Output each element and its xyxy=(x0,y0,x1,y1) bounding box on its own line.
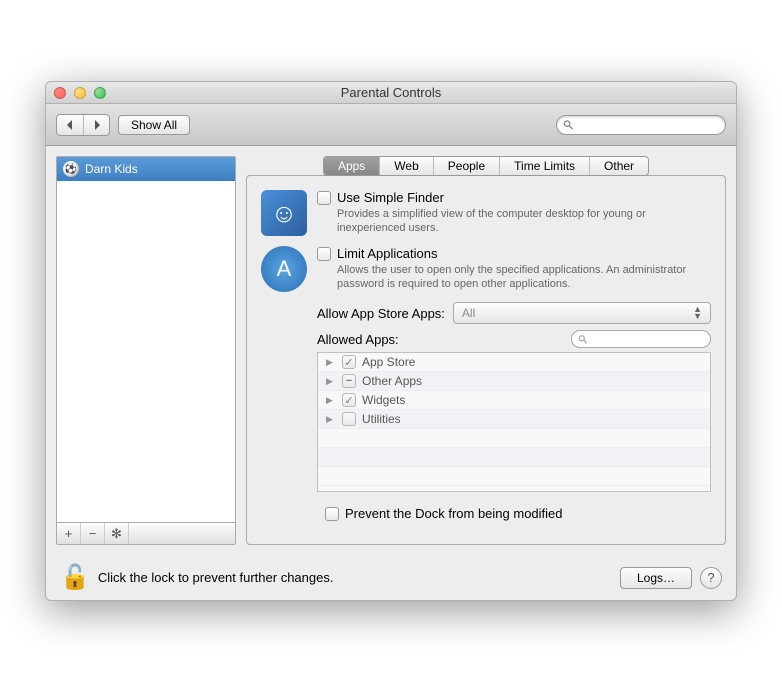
prevent-dock-checkbox[interactable] xyxy=(325,507,339,521)
window-title: Parental Controls xyxy=(46,85,736,100)
user-list[interactable]: ⚽ Darn Kids xyxy=(57,157,235,522)
disclosure-triangle-icon[interactable]: ▶ xyxy=(326,357,336,368)
disclosure-triangle-icon[interactable]: ▶ xyxy=(326,376,336,387)
tree-label: App Store xyxy=(362,355,415,369)
simple-finder-checkbox[interactable] xyxy=(317,191,331,205)
limit-apps-checkbox[interactable] xyxy=(317,247,331,261)
search-input[interactable] xyxy=(556,115,726,135)
search-field[interactable] xyxy=(578,119,719,131)
allow-store-label: Allow App Store Apps: xyxy=(317,306,445,321)
tab-bar: Apps Web People Time Limits Other xyxy=(246,156,726,176)
finder-icon: ☺ xyxy=(261,190,307,236)
tree-checkbox[interactable] xyxy=(342,393,356,407)
simple-finder-label: Use Simple Finder xyxy=(337,190,444,205)
tree-row[interactable]: ▶ Widgets xyxy=(318,391,710,410)
content-area: ⚽ Darn Kids + − ✻ Apps Web People Time L… xyxy=(46,146,736,555)
toolbar: Show All xyxy=(46,104,736,146)
tree-checkbox[interactable] xyxy=(342,412,356,426)
lock-text: Click the lock to prevent further change… xyxy=(98,570,334,585)
tree-row-empty xyxy=(318,467,710,486)
app-store-icon: A xyxy=(261,246,307,292)
tree-checkbox[interactable] xyxy=(342,355,356,369)
soccer-ball-icon: ⚽ xyxy=(63,161,79,177)
simple-finder-desc: Provides a simplified view of the comput… xyxy=(337,207,711,236)
preferences-window: Parental Controls Show All ⚽ Darn Kids xyxy=(45,81,737,601)
back-button[interactable] xyxy=(57,115,83,135)
help-button[interactable]: ? xyxy=(700,567,722,589)
tree-label: Widgets xyxy=(362,393,405,407)
tree-checkbox[interactable] xyxy=(342,374,356,388)
tree-row[interactable]: ▶ App Store xyxy=(318,353,710,372)
tab-people[interactable]: People xyxy=(434,157,500,175)
apps-pane: ☺ Use Simple Finder Provides a simplifie… xyxy=(246,175,726,545)
lock-icon[interactable]: 🔓 xyxy=(60,563,90,592)
add-user-button[interactable]: + xyxy=(57,523,81,544)
disclosure-triangle-icon[interactable]: ▶ xyxy=(326,395,336,406)
tab-other[interactable]: Other xyxy=(590,157,648,175)
main-panel: Apps Web People Time Limits Other ☺ Use … xyxy=(246,156,726,545)
limit-apps-label: Limit Applications xyxy=(337,246,437,261)
sidebar-footer: + − ✻ xyxy=(57,522,235,544)
tree-row[interactable]: ▶ Utilities xyxy=(318,410,710,429)
limit-apps-desc: Allows the user to open only the specifi… xyxy=(337,263,711,292)
user-actions-button[interactable]: ✻ xyxy=(105,523,129,544)
allow-store-value: All xyxy=(462,306,475,320)
user-row[interactable]: ⚽ Darn Kids xyxy=(57,157,235,181)
tree-label: Utilities xyxy=(362,412,401,426)
footer: 🔓 Click the lock to prevent further chan… xyxy=(46,555,736,600)
allowed-apps-label: Allowed Apps: xyxy=(317,332,399,347)
logs-button[interactable]: Logs… xyxy=(620,567,692,589)
prevent-dock-label: Prevent the Dock from being modified xyxy=(345,506,563,521)
tree-row[interactable]: ▶ Other Apps xyxy=(318,372,710,391)
nav-back-forward xyxy=(56,114,110,136)
select-arrows-icon: ▲▼ xyxy=(693,306,702,320)
user-sidebar: ⚽ Darn Kids + − ✻ xyxy=(56,156,236,545)
tree-row-empty xyxy=(318,429,710,448)
tab-apps[interactable]: Apps xyxy=(324,157,380,175)
remove-user-button[interactable]: − xyxy=(81,523,105,544)
user-name: Darn Kids xyxy=(85,162,138,176)
show-all-button[interactable]: Show All xyxy=(118,115,190,135)
titlebar[interactable]: Parental Controls xyxy=(46,82,736,104)
tab-web[interactable]: Web xyxy=(380,157,433,175)
forward-button[interactable] xyxy=(83,115,109,135)
tree-row-empty xyxy=(318,448,710,467)
allowed-apps-tree[interactable]: ▶ App Store ▶ Other Apps ▶ Widgets xyxy=(317,352,711,492)
disclosure-triangle-icon[interactable]: ▶ xyxy=(326,414,336,425)
allow-store-select[interactable]: All ▲▼ xyxy=(453,302,711,324)
tree-label: Other Apps xyxy=(362,374,422,388)
allowed-apps-search[interactable] xyxy=(571,330,711,348)
tab-time-limits[interactable]: Time Limits xyxy=(500,157,590,175)
allowed-apps-search-field[interactable] xyxy=(588,333,704,345)
